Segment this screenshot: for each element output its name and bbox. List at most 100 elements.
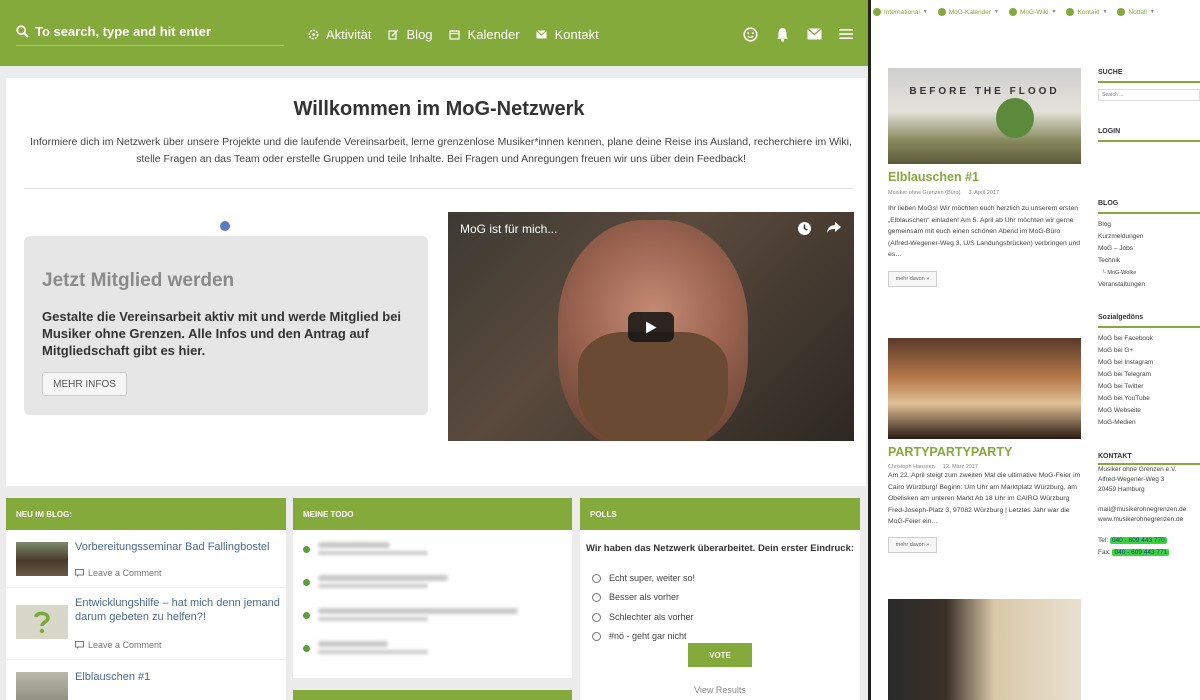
sidebar-link[interactable]: MoG Webseite [1098, 405, 1200, 417]
play-button[interactable] [628, 312, 674, 342]
post-image[interactable] [888, 338, 1081, 439]
watch-later-icon[interactable] [797, 221, 812, 241]
poll-option[interactable]: #nö - geht gar nicht [592, 631, 687, 641]
face-icon[interactable] [742, 26, 758, 42]
sidebar-heading: Sozialgedöns [1098, 314, 1144, 321]
nav-item-kalender[interactable]: Kalender [447, 26, 520, 42]
sidebar-link[interactable]: MoG bei Facebook [1098, 333, 1200, 345]
chevron-down-icon: ▼ [1051, 9, 1057, 15]
mail-icon[interactable] [806, 26, 822, 42]
sidebar-link[interactable]: MoG bei Telegram [1098, 369, 1200, 381]
admin-bar-label: Kontakt [1077, 8, 1100, 16]
todo-card: MEINE TODO [293, 498, 572, 678]
blog-item-title[interactable]: Vorbereitungsseminar Bad Fallingbostel [75, 540, 280, 554]
more-info-button[interactable]: MEHR INFOS [42, 372, 127, 396]
sidebar-login: LOGIN [1098, 128, 1200, 142]
poll-radio[interactable] [592, 612, 601, 622]
tel-number[interactable]: 040 - 609 443 770 [1109, 537, 1167, 544]
nav-item-blog[interactable]: Blog [386, 26, 433, 42]
poll-option-label: #nö - geht gar nicht [609, 631, 687, 641]
search-box[interactable] [16, 24, 284, 46]
post-title[interactable]: Elblauschen #1 [888, 170, 979, 184]
admin-bar-item[interactable]: International ▼ [873, 8, 928, 16]
blog-thumbnail [16, 605, 68, 639]
search-input[interactable] [35, 24, 275, 39]
sidebar-link[interactable]: Kurzmeldungen [1098, 231, 1200, 243]
polls-card-title: POLLS [580, 498, 860, 530]
sidebar-link[interactable]: └ MoG-Wolke [1098, 267, 1200, 279]
admin-bar-item[interactable]: Kontakt ▼ [1066, 8, 1107, 16]
poll-radio[interactable] [592, 592, 601, 602]
chevron-down-icon: ▼ [1102, 9, 1108, 15]
blog-item[interactable]: Elblauschen #1 [6, 660, 286, 700]
nav-item-aktivitaet[interactable]: Aktivität [305, 26, 372, 42]
question-mark-icon [34, 611, 50, 634]
sidebar-search-input[interactable] [1098, 89, 1200, 101]
blog-thumbnail [16, 542, 68, 576]
post-date: 3. April 2017 [968, 190, 1000, 196]
admin-bar-item[interactable]: Notfall ▼ [1117, 8, 1155, 16]
sidebar-heading: LOGIN [1098, 128, 1121, 135]
blog-comment-link[interactable]: Leave a Comment [75, 568, 162, 578]
vote-button[interactable]: VOTE [688, 643, 752, 667]
todo-item[interactable] [303, 575, 448, 591]
more-button[interactable]: mehr davon » [888, 537, 937, 553]
blog-card: NEU IM BLOG: Vorbereitungsseminar Bad Fa… [6, 498, 286, 700]
poll-option[interactable]: Echt super, weiter so! [592, 573, 695, 583]
admin-bar-item[interactable]: MoG-Wiki ▼ [1008, 8, 1057, 16]
post-image-caption: BEFORE THE FLOOD [909, 86, 1060, 97]
blog-item[interactable]: Vorbereitungsseminar Bad Fallingbostel L… [6, 530, 286, 588]
external-site: International ▼ MoG-Kalender ▼ MoG-Wiki ▼ K… [871, 0, 1200, 700]
blog-item-title[interactable]: Elblauschen #1 [75, 670, 280, 684]
blog-card-title: NEU IM BLOG: [6, 498, 286, 530]
blog-comment-link[interactable]: Leave a Comment [75, 640, 162, 650]
comment-icon [75, 641, 84, 649]
poll-radio[interactable] [592, 573, 601, 583]
sidebar-link[interactable]: MoG-Medien [1098, 417, 1200, 429]
contact-tel: Tel: 040 - 609 443 770 [1098, 535, 1200, 547]
sidebar-blog: BLOG Blog Kurzmeldungen MoG – Jobs Techn… [1098, 200, 1200, 291]
sidebar-link[interactable]: MoG bei Twitter [1098, 381, 1200, 393]
comment-label: Leave a Comment [88, 568, 162, 578]
post-author[interactable]: Musiker ohne Grenzen (Büro) [888, 190, 960, 196]
post-image[interactable] [888, 599, 1081, 700]
todo-dot [303, 645, 310, 652]
view-results-link[interactable]: View Results [580, 685, 860, 695]
hamburger-menu-icon[interactable] [838, 26, 854, 42]
poll-radio[interactable] [592, 631, 601, 641]
video-player[interactable]: MoG ist für mich... [448, 212, 854, 441]
todo-item[interactable] [303, 608, 518, 624]
admin-bar-label: Notfall [1128, 8, 1147, 16]
todo-dot [303, 579, 310, 586]
sidebar-link[interactable]: MoG bei Instagram [1098, 357, 1200, 369]
contact-web[interactable]: www.musikerohnegrenzen.de [1098, 515, 1200, 525]
main-nav: Aktivität Blog Kalender Kontakt [305, 26, 599, 42]
search-icon [16, 25, 29, 38]
todo-item[interactable] [303, 641, 428, 657]
poll-option[interactable]: Schlechter als vorher [592, 612, 694, 622]
blog-item[interactable]: Entwicklungshilfe – hat mich denn jemand… [6, 588, 286, 660]
tel-label: Tel: [1098, 537, 1109, 544]
post-title[interactable]: PARTYPARTYPARTY [888, 445, 1012, 459]
sidebar-link[interactable]: Technik [1098, 255, 1200, 267]
contact-mail[interactable]: mail@musikerohnegrenzen.de [1098, 505, 1200, 515]
more-button[interactable]: mehr davon » [888, 271, 937, 287]
todo-item[interactable] [303, 542, 428, 558]
nav-label: Kontakt [554, 26, 599, 42]
nav-item-kontakt[interactable]: Kontakt [534, 26, 599, 42]
bell-icon[interactable] [774, 26, 790, 42]
blog-item-title[interactable]: Entwicklungshilfe – hat mich denn jemand… [75, 596, 280, 624]
sidebar-link[interactable]: MoG bei YouTube [1098, 393, 1200, 405]
sidebar-link[interactable]: Veranstaltungen [1098, 279, 1200, 291]
post-image[interactable]: BEFORE THE FLOOD [888, 68, 1081, 164]
admin-bar-item[interactable]: MoG-Kalender ▼ [937, 8, 999, 16]
share-icon[interactable] [826, 221, 842, 241]
sidebar-link[interactable]: Blog [1098, 219, 1200, 231]
poll-option[interactable]: Besser als vorher [592, 592, 679, 602]
welcome-card: Willkommen im MoG-Netzwerk Informiere di… [6, 78, 866, 486]
sidebar-link[interactable]: MoG bei G+ [1098, 345, 1200, 357]
video-thumbnail-beard [578, 332, 728, 441]
blog-thumbnail [16, 672, 68, 700]
fax-number[interactable]: 040 - 609 443 771 [1112, 549, 1170, 556]
sidebar-link[interactable]: MoG – Jobs [1098, 243, 1200, 255]
